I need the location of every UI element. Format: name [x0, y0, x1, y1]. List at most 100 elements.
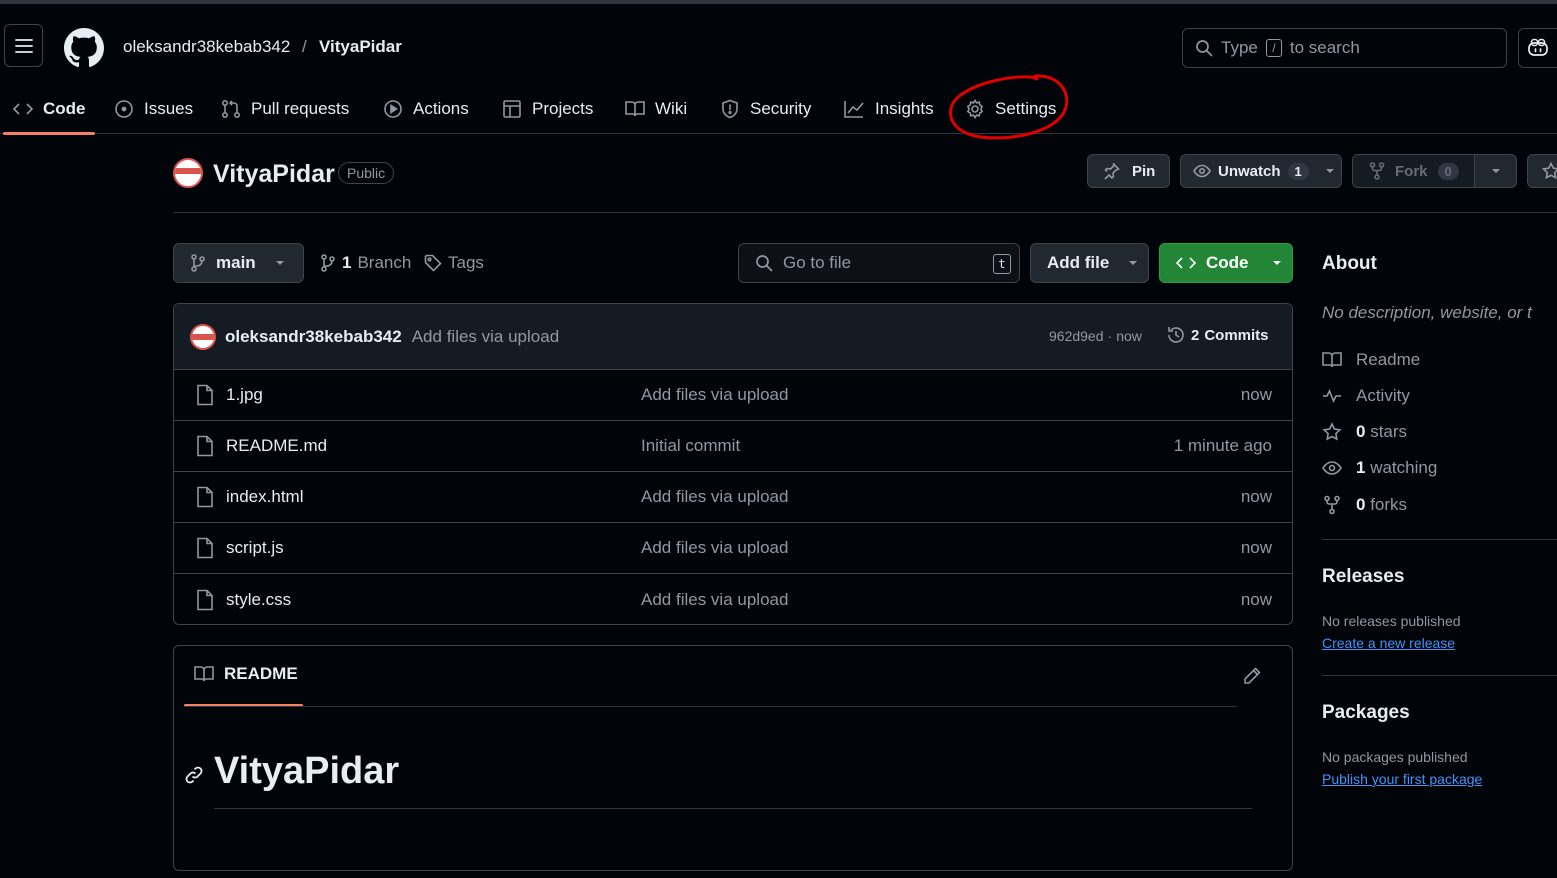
tags-link[interactable]: Tags [424, 253, 484, 273]
tab-insights[interactable]: Insights [843, 84, 934, 134]
file-name[interactable]: style.css [226, 590, 291, 610]
file-commit-time: now [1240, 538, 1272, 557]
repo-forked-icon [1369, 162, 1385, 180]
readme-tab-label: README [224, 664, 298, 683]
breadcrumb-owner[interactable]: oleksandr38kebab342 [123, 37, 290, 57]
sidebar-divider [1322, 539, 1557, 540]
chevron-down-icon [1129, 261, 1138, 265]
fork-counter: 0 [1437, 162, 1459, 180]
stars-link[interactable]: 0 stars [1322, 422, 1407, 442]
readme-heading: VityaPidar [214, 750, 400, 792]
copilot-button[interactable] [1518, 28, 1557, 68]
file-commit-message[interactable]: Add files via upload [641, 385, 788, 405]
star-button[interactable] [1527, 154, 1557, 188]
tab-wiki-label: Wiki [655, 99, 688, 118]
activity-link[interactable]: Activity [1322, 386, 1410, 406]
book-icon [194, 666, 214, 682]
github-logo[interactable] [64, 28, 104, 68]
menu-button[interactable] [4, 24, 43, 67]
commit-author[interactable]: oleksandr38kebab342 [225, 327, 402, 347]
commit-author-avatar[interactable] [190, 323, 216, 350]
readme-tab[interactable]: README [194, 664, 298, 684]
unwatch-button[interactable]: Unwatch 1 [1180, 154, 1342, 188]
forks-link[interactable]: 0 forks [1322, 495, 1407, 515]
publish-package-link[interactable]: Publish your first package [1322, 771, 1482, 787]
commit-hash[interactable]: 962d9ed [1049, 328, 1104, 344]
pencil-icon [1244, 667, 1261, 684]
commit-message[interactable]: Add files via upload [412, 327, 559, 347]
tab-wiki[interactable]: Wiki [625, 84, 687, 134]
add-file-button[interactable]: Add file [1030, 243, 1149, 283]
tab-issues-label: Issues [144, 99, 194, 118]
file-row[interactable]: style.css Add files via upload now [174, 574, 1292, 624]
file-commit-message[interactable]: Add files via upload [641, 538, 788, 558]
stars-count: 0 [1356, 422, 1366, 441]
file-commit-message[interactable]: Initial commit [641, 436, 740, 456]
file-row[interactable]: README.md Initial commit 1 minute ago [174, 421, 1292, 472]
commits-label: Commits [1204, 326, 1269, 344]
file-icon [197, 384, 213, 406]
search-shortcut-key: / [1265, 39, 1282, 57]
file-commit-time: now [1240, 589, 1272, 609]
tab-actions-label: Actions [413, 99, 469, 118]
breadcrumb-repo[interactable]: VityaPidar [319, 37, 402, 57]
search-prefix: Type [1221, 38, 1258, 57]
file-commit-message[interactable]: Add files via upload [641, 487, 788, 507]
commit-time-separator: · [1107, 328, 1113, 344]
eye-icon [1193, 164, 1211, 178]
watch-counter: 1 [1287, 162, 1309, 180]
packages-heading[interactable]: Packages [1322, 702, 1410, 724]
tab-pull-requests[interactable]: Pull requests [221, 84, 349, 134]
file-icon [197, 486, 213, 508]
branches-link[interactable]: 1 Branch [320, 253, 411, 273]
branch-name: main [216, 253, 256, 272]
stars-label: stars [1370, 422, 1408, 441]
watching-count: 1 [1356, 458, 1366, 477]
file-name[interactable]: index.html [226, 487, 303, 507]
go-to-file-input[interactable]: Go to file t [738, 243, 1020, 283]
repo-title[interactable]: VityaPidar [213, 160, 335, 189]
commits-link[interactable]: 2 Commits [1166, 325, 1269, 345]
watching-link[interactable]: 1 watching [1322, 458, 1437, 478]
search-icon [756, 255, 773, 272]
file-list: oleksandr38kebab342 Add files via upload… [173, 303, 1293, 625]
link-icon[interactable] [184, 765, 204, 785]
tab-projects[interactable]: Projects [502, 84, 593, 134]
about-heading: About [1322, 253, 1377, 274]
file-row[interactable]: 1.jpg Add files via upload now [174, 370, 1292, 421]
fork-label: Fork [1395, 162, 1428, 180]
pin-button[interactable]: Pin [1087, 154, 1170, 188]
pin-icon [1104, 162, 1120, 180]
git-branch-icon [191, 254, 205, 272]
file-commit-time: now [1240, 487, 1272, 506]
activity-link-label: Activity [1356, 386, 1410, 405]
create-release-link[interactable]: Create a new release [1322, 635, 1455, 651]
file-row[interactable]: script.js Add files via upload now [174, 523, 1292, 574]
branch-select[interactable]: main [173, 243, 304, 283]
readme-link[interactable]: Readme [1322, 350, 1420, 370]
file-commit-message[interactable]: Add files via upload [641, 590, 788, 610]
releases-empty-text: No releases published [1322, 613, 1461, 629]
releases-heading[interactable]: Releases [1322, 566, 1404, 588]
code-dropdown-button[interactable]: Code [1159, 243, 1293, 283]
go-to-file-shortcut: t [993, 254, 1011, 274]
fork-button[interactable]: Fork 0 [1352, 154, 1475, 188]
edit-readme-button[interactable] [1242, 666, 1262, 686]
global-search-input[interactable]: Type / to search [1182, 28, 1507, 68]
chevron-down-icon [1491, 169, 1500, 173]
commit-time: now [1116, 328, 1142, 344]
chevron-down-icon [1272, 261, 1281, 265]
tab-issues[interactable]: Issues [114, 84, 193, 134]
branch-count: 1 [342, 253, 352, 272]
tab-actions[interactable]: Actions [383, 84, 469, 134]
go-to-file-placeholder: Go to file [783, 253, 852, 272]
fork-dropdown-button[interactable] [1474, 154, 1517, 188]
tab-security[interactable]: Security [720, 84, 811, 134]
file-name[interactable]: README.md [226, 436, 327, 456]
github-mark-icon [64, 28, 104, 68]
file-name[interactable]: script.js [226, 538, 284, 558]
active-tab-underline [3, 132, 95, 135]
file-row[interactable]: index.html Add files via upload now [174, 472, 1292, 523]
file-name[interactable]: 1.jpg [226, 385, 263, 405]
tab-code[interactable]: Code [13, 84, 86, 134]
